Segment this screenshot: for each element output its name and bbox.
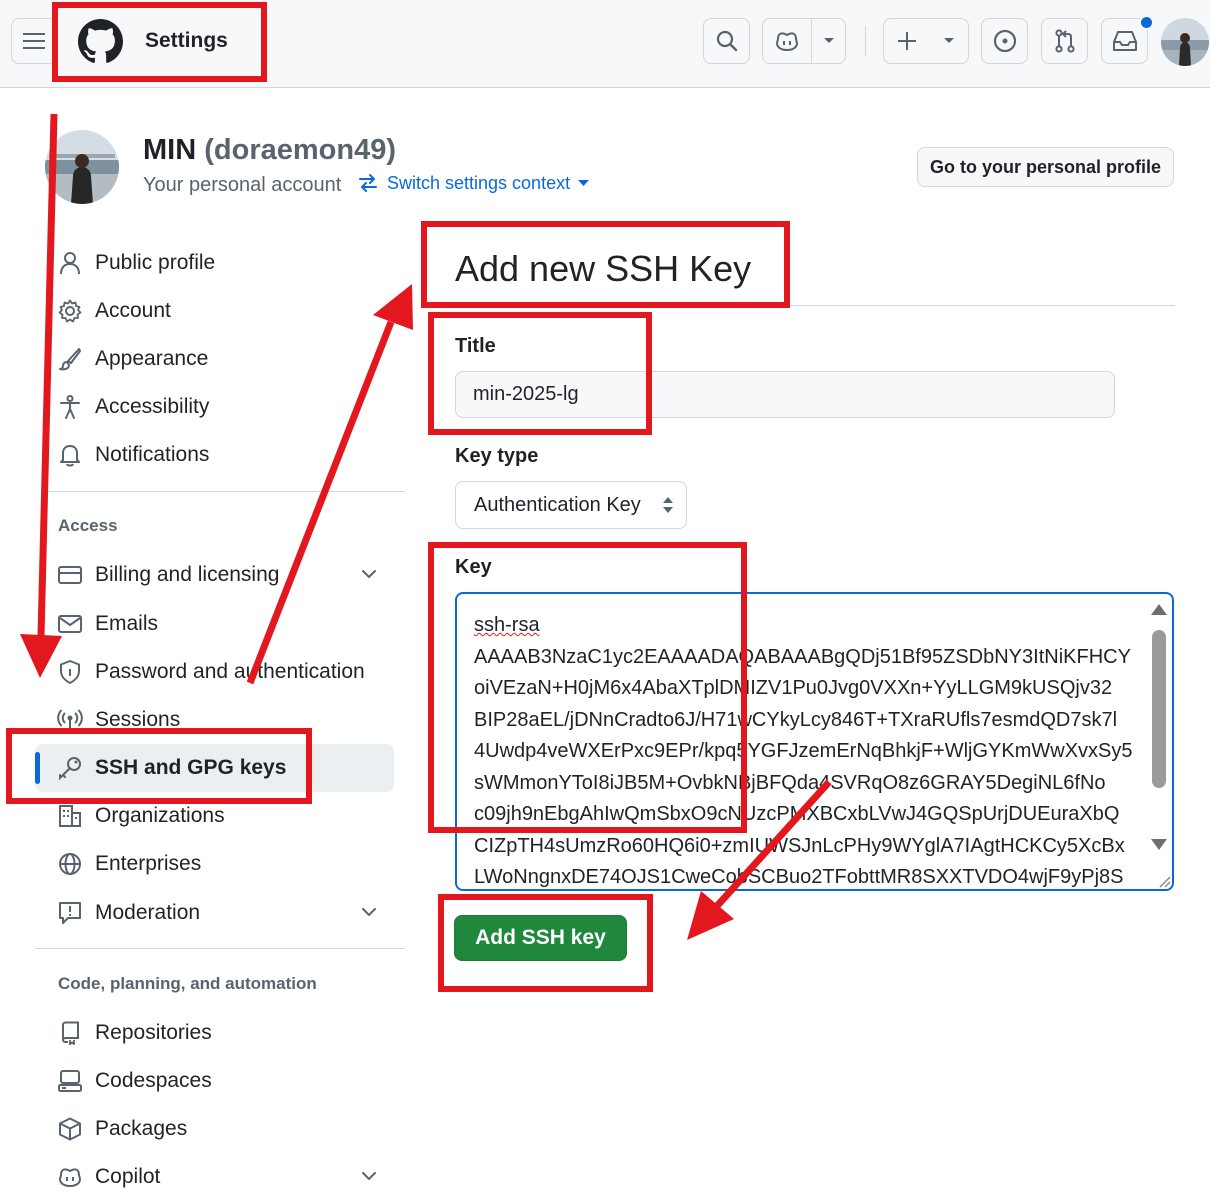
arrow-switch-icon	[359, 174, 377, 192]
gear-icon	[55, 299, 85, 323]
resize-handle-icon[interactable]	[1155, 872, 1171, 888]
sidebar-item-label: Password and authentication	[95, 660, 365, 683]
sidebar-item-repositories[interactable]: Repositories	[55, 1012, 395, 1054]
report-icon	[55, 901, 85, 925]
menu-button[interactable]	[11, 18, 57, 64]
chevron-down-icon[interactable]	[360, 1165, 378, 1187]
annotation-box-key-field	[428, 542, 747, 833]
paintbrush-icon	[55, 347, 85, 371]
sidebar-item-notifications[interactable]: Notifications	[55, 434, 395, 476]
profile-name: MIN (doraemon49)	[143, 134, 396, 167]
sidebar-item-billing[interactable]: Billing and licensing	[55, 554, 395, 596]
sidebar-item-emails[interactable]: Emails	[55, 603, 395, 645]
sidebar-item-label: Repositories	[95, 1021, 212, 1044]
codespaces-icon	[55, 1069, 85, 1093]
sidebar-item-label: Moderation	[95, 901, 201, 924]
person-icon	[55, 251, 85, 275]
caret-down-icon	[578, 179, 590, 186]
mail-icon	[55, 612, 85, 636]
sidebar-item-copilot[interactable]: Copilot	[55, 1156, 395, 1198]
sidebar-item-moderation[interactable]: Moderation	[55, 892, 395, 934]
globe-icon	[55, 852, 85, 876]
search-icon	[716, 30, 737, 52]
hamburger-icon	[23, 33, 45, 49]
sidebar-item-accessibility[interactable]: Accessibility	[55, 386, 395, 428]
inbox-icon	[1112, 31, 1137, 51]
sidebar-item-label: Codespaces	[95, 1069, 212, 1092]
sidebar-item-packages[interactable]: Packages	[55, 1108, 395, 1150]
go-to-profile-button[interactable]: Go to your personal profile	[917, 147, 1174, 187]
select-arrows-icon	[663, 497, 673, 513]
key-line: CIZpTH4sUmzRo60HQ6i0+zmIUWSJnLcPHy9WYglA…	[474, 834, 1125, 857]
profile-display-name: MIN	[143, 134, 197, 166]
plus-icon	[898, 32, 916, 50]
sidebar-item-enterprises[interactable]: Enterprises	[55, 843, 395, 885]
header-divider	[865, 26, 866, 56]
package-icon	[55, 1117, 85, 1141]
credit-card-icon	[55, 563, 85, 587]
sidebar-divider	[35, 948, 405, 949]
sidebar-item-codespaces[interactable]: Codespaces	[55, 1060, 395, 1102]
scroll-down-arrow-icon[interactable]	[1150, 838, 1168, 852]
copilot-icon	[775, 32, 799, 52]
annotation-box-header	[52, 2, 267, 82]
sidebar-item-label: Accessibility	[95, 395, 210, 418]
chevron-down-icon[interactable]	[360, 901, 378, 923]
scroll-up-arrow-icon[interactable]	[1150, 602, 1168, 616]
sidebar-item-label: Copilot	[95, 1165, 161, 1188]
key-type-value: Authentication Key	[474, 493, 641, 516]
sidebar-item-label: Enterprises	[95, 852, 202, 875]
annotation-box-submit	[438, 894, 653, 992]
chevron-down-icon	[944, 38, 954, 43]
sidebar-item-label: Packages	[95, 1117, 188, 1140]
sidebar-divider	[47, 491, 405, 492]
sidebar-item-label: Billing and licensing	[95, 563, 280, 586]
pull-requests-button[interactable]	[1041, 18, 1088, 64]
annotation-box-ssh-gpg-keys	[6, 728, 312, 804]
copilot-button[interactable]	[762, 18, 846, 64]
profile-avatar	[45, 130, 119, 204]
issues-button[interactable]	[981, 18, 1028, 64]
key-line: LWoNngnxDE74OJS1CweCobSCBuo2TFobttMR8SXX…	[474, 866, 1124, 888]
notification-dot	[1139, 15, 1154, 30]
bell-icon	[55, 443, 85, 467]
switch-context-label: Switch settings context	[387, 172, 571, 193]
chevron-down-icon	[823, 38, 834, 43]
shield-lock-icon	[55, 660, 85, 684]
sidebar-section-code: Code, planning, and automation	[58, 974, 317, 993]
sidebar-item-account[interactable]: Account	[55, 290, 395, 332]
sidebar-section-access: Access	[58, 516, 118, 535]
chevron-down-icon[interactable]	[360, 563, 378, 585]
profile-login: (doraemon49)	[204, 134, 396, 166]
sidebar-item-label: Notifications	[95, 443, 210, 466]
annotation-box-page-title	[421, 221, 790, 308]
search-button[interactable]	[703, 18, 750, 64]
scrollbar-thumb[interactable]	[1152, 630, 1166, 788]
avatar[interactable]	[1161, 18, 1209, 66]
sidebar-item-label: Account	[95, 299, 171, 322]
organization-icon	[55, 804, 85, 828]
sidebar-item-label: Emails	[95, 612, 159, 635]
sidebar-item-label: Organizations	[95, 804, 225, 827]
accessibility-icon	[55, 395, 85, 419]
sidebar-item-public-profile[interactable]: Public profile	[55, 242, 395, 284]
switch-settings-context[interactable]: Switch settings context	[357, 172, 590, 194]
repo-icon	[55, 1021, 85, 1045]
key-type-select[interactable]: Authentication Key	[455, 481, 687, 529]
create-new-button[interactable]	[883, 18, 969, 64]
sidebar-item-label: Appearance	[95, 347, 209, 370]
key-type-label: Key type	[455, 445, 539, 467]
sidebar-item-label: Public profile	[95, 251, 216, 274]
account-type-label: Your personal account	[143, 174, 342, 196]
sidebar-item-appearance[interactable]: Appearance	[55, 338, 395, 380]
copilot-icon	[55, 1165, 85, 1189]
issues-icon	[993, 29, 1016, 53]
sidebar-item-password[interactable]: Password and authentication	[55, 651, 395, 693]
annotation-box-title-field	[428, 312, 652, 435]
pull-requests-icon	[1054, 29, 1075, 53]
